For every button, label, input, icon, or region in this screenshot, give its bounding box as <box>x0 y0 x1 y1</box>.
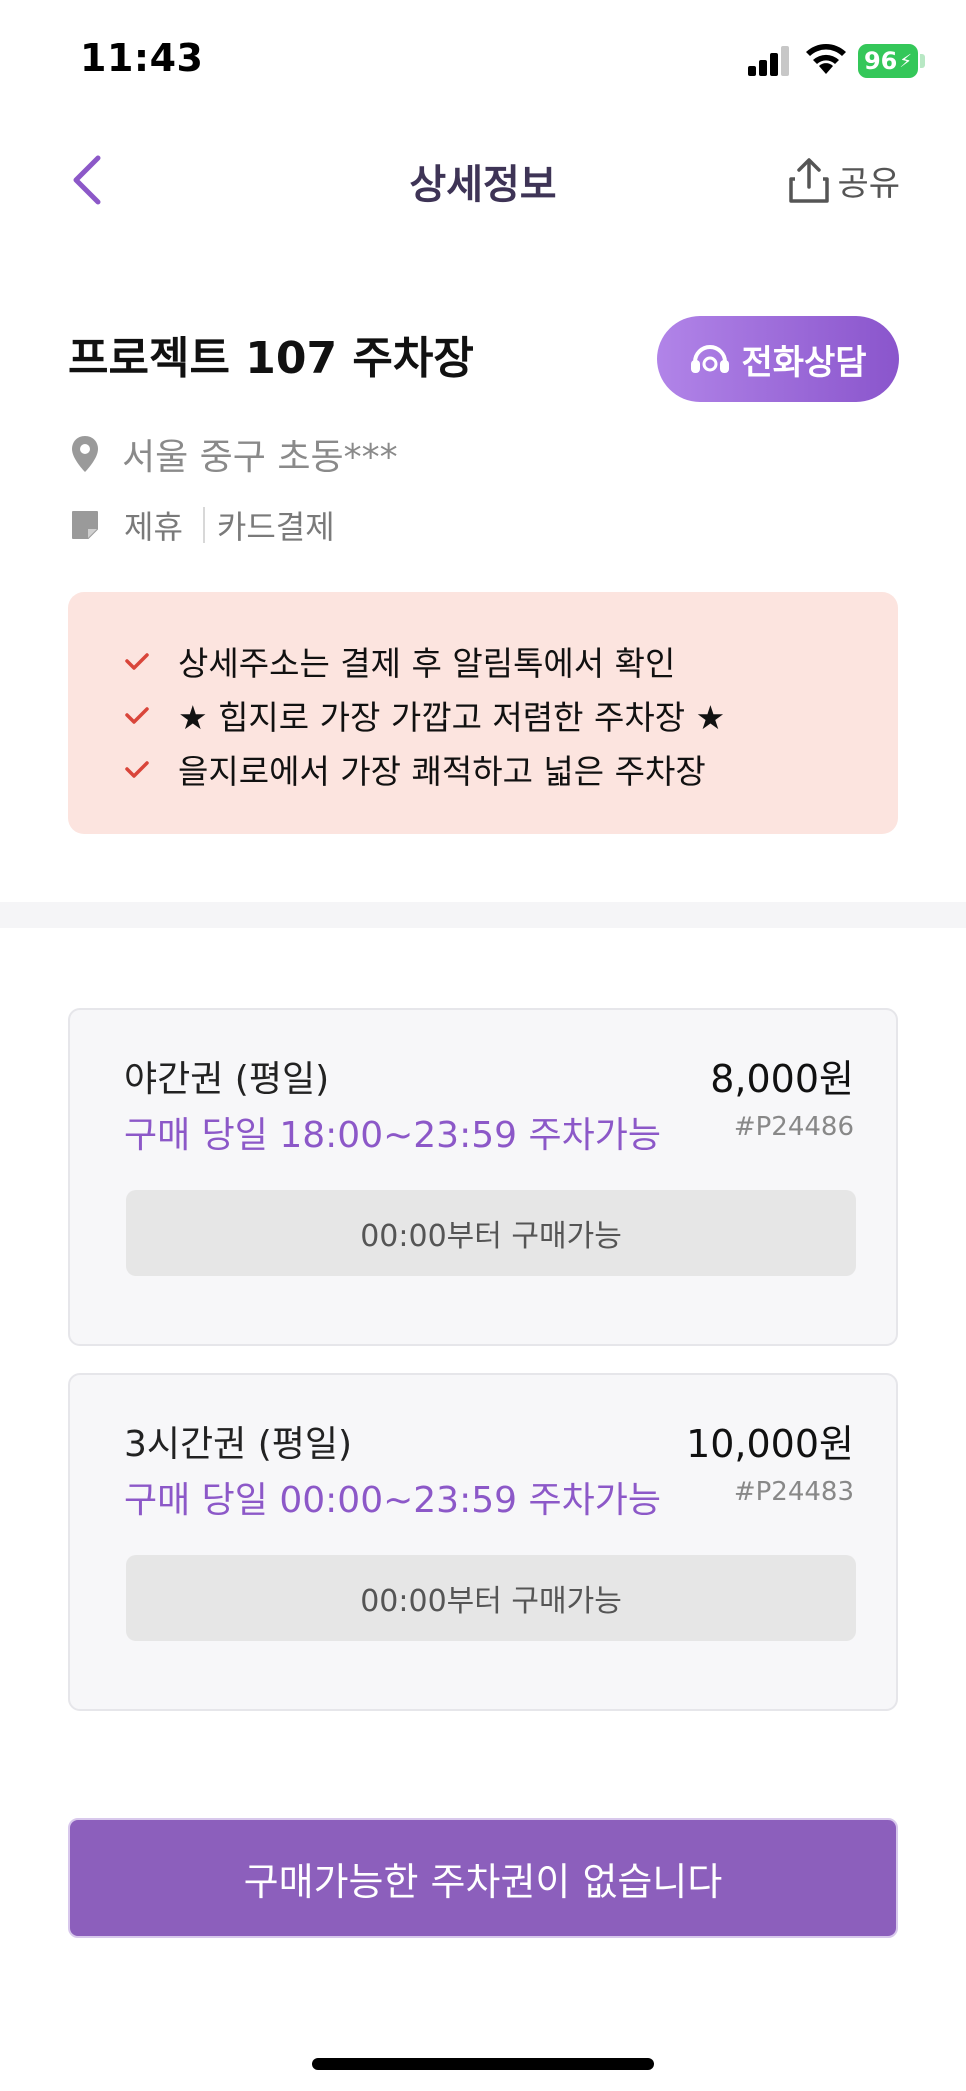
battery-icon: 96 ⚡ <box>858 44 918 78</box>
lot-name: 프로젝트 107 주차장 <box>68 333 474 384</box>
ticket-price: 10,000원 <box>686 1422 854 1466</box>
battery-cap <box>920 54 925 68</box>
check-icon <box>125 707 149 724</box>
notice-item: 을지로에서 가장 쾌적하고 넓은 주차장 <box>124 742 898 796</box>
headset-icon <box>691 345 730 373</box>
status-time: 11:43 <box>80 36 204 80</box>
check-icon <box>125 761 149 778</box>
signal-icon <box>748 46 789 76</box>
tags-row: 제휴 카드결제 <box>70 502 335 548</box>
ticket-code: #P24486 <box>733 1112 854 1142</box>
share-button[interactable]: 공유 <box>787 152 900 208</box>
charging-bolt-icon: ⚡ <box>899 50 913 72</box>
call-consult-button[interactable]: 전화상담 <box>657 316 899 402</box>
wifi-icon <box>806 44 846 74</box>
ticket-price: 8,000원 <box>710 1057 854 1101</box>
tag-divider <box>202 507 205 543</box>
header: 상세정보 공유 <box>0 130 966 230</box>
notice-item: 상세주소는 결제 후 알림톡에서 확인 <box>124 634 898 688</box>
ticket-card[interactable]: 3시간권 (평일) 10,000원 구매 당일 00:00~23:59 주차가능… <box>68 1373 898 1711</box>
status-bar: 11:43 96 ⚡ <box>0 0 966 120</box>
notice-item: ★ 힙지로 가장 가깝고 저렴한 주차장 ★ <box>124 688 898 742</box>
check-icon <box>125 653 149 670</box>
memo-icon <box>72 511 98 539</box>
notice-text: 을지로에서 가장 쾌적하고 넓은 주차장 <box>178 752 706 791</box>
ticket-time: 구매 당일 18:00~23:59 주차가능 <box>124 1115 661 1156</box>
notice-box: 상세주소는 결제 후 알림톡에서 확인 ★ 힙지로 가장 가깝고 저렴한 주차장… <box>68 592 898 834</box>
ticket-card[interactable]: 야간권 (평일) 8,000원 구매 당일 18:00~23:59 주차가능 #… <box>68 1008 898 1346</box>
address-text: 서울 중구 초동*** <box>122 437 398 478</box>
tag-item: 제휴 <box>124 508 183 546</box>
home-indicator <box>312 2058 654 2070</box>
section-divider <box>0 902 966 928</box>
ticket-name: 야간권 (평일) <box>124 1059 330 1100</box>
ticket-name: 3시간권 (평일) <box>124 1424 353 1465</box>
call-consult-label: 전화상담 <box>741 342 867 383</box>
notice-text: ★ 힙지로 가장 가깝고 저렴한 주차장 ★ <box>178 698 726 737</box>
ticket-code: #P24483 <box>733 1477 854 1507</box>
notice-text: 상세주소는 결제 후 알림톡에서 확인 <box>178 644 676 683</box>
tag-item: 카드결제 <box>216 508 335 546</box>
ticket-availability-button[interactable]: 00:00부터 구매가능 <box>126 1190 856 1276</box>
share-icon <box>789 158 830 203</box>
address-row: 서울 중구 초동*** <box>70 428 398 480</box>
ticket-time: 구매 당일 00:00~23:59 주차가능 <box>124 1480 661 1521</box>
ticket-availability-button[interactable]: 00:00부터 구매가능 <box>126 1555 856 1641</box>
battery-level: 96 <box>863 47 898 75</box>
location-pin-icon <box>72 436 98 472</box>
purchase-button[interactable]: 구매가능한 주차권이 없습니다 <box>68 1818 898 1938</box>
share-label: 공유 <box>837 163 900 204</box>
